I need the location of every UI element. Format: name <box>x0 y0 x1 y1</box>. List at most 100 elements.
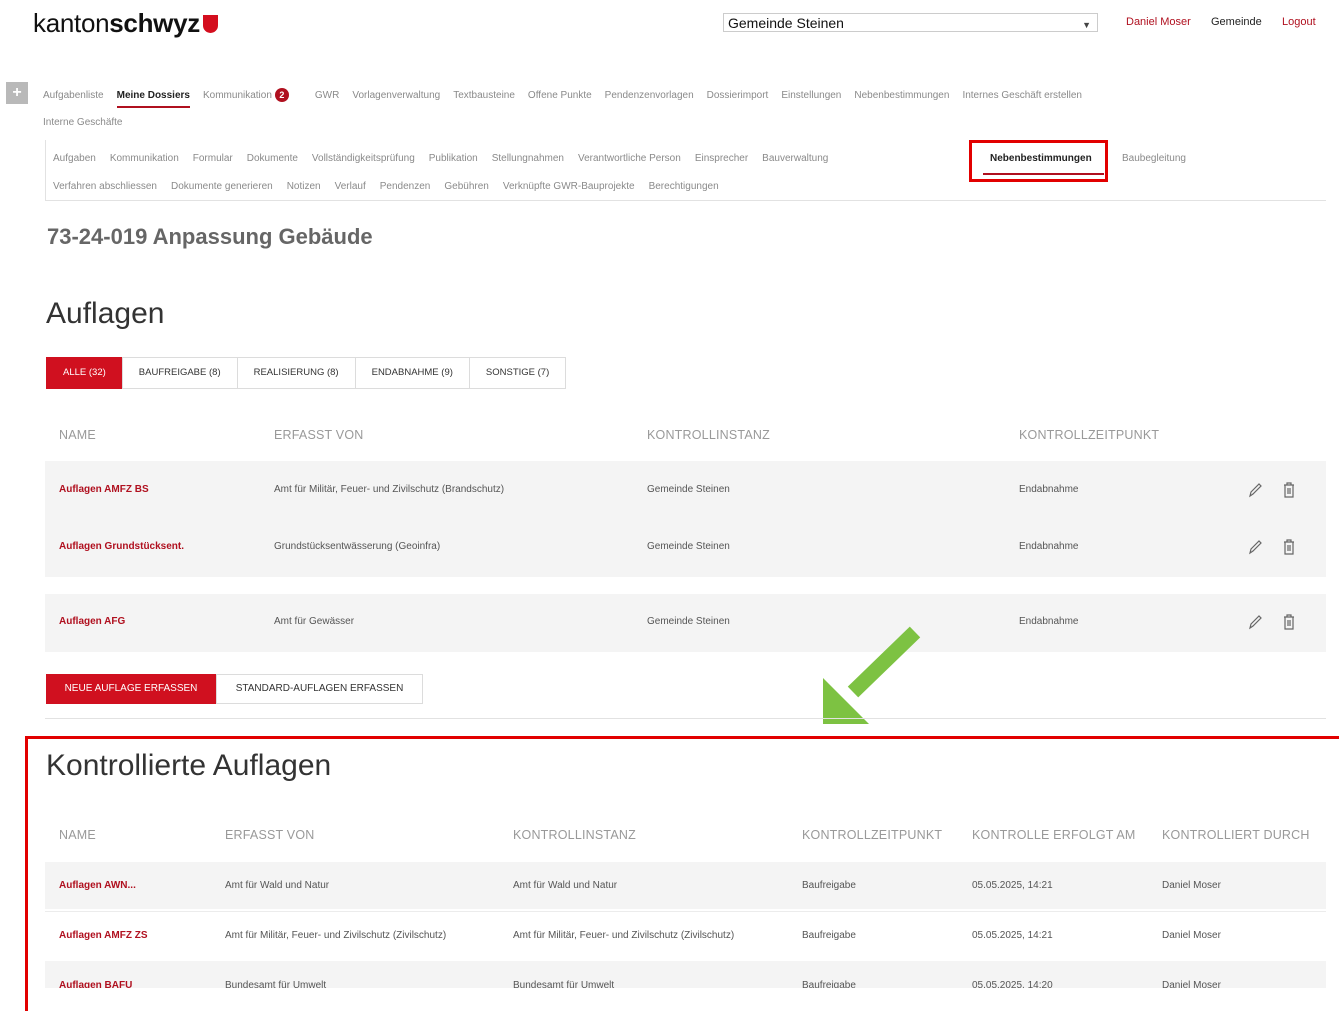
nav-kommunikation-label: Kommunikation <box>202 90 272 101</box>
nav-interne-geschaefte[interactable]: Interne Geschäfte <box>43 117 123 128</box>
table-row: Auflagen AWN... Amt für Wald und Natur A… <box>45 862 1326 909</box>
col-header-kontrolliert-durch[interactable]: KONTROLLIERT DURCH <box>1162 828 1310 842</box>
auflagen-heading: Auflagen <box>46 297 165 330</box>
row-kontrollzeitpunkt: Baufreigabe <box>802 980 856 988</box>
pencil-icon[interactable] <box>1248 481 1262 499</box>
trash-icon[interactable] <box>1282 481 1296 499</box>
tab-verfahren-abschliessen[interactable]: Verfahren abschliessen <box>53 181 157 192</box>
logo-text-bold: schwyz <box>109 8 200 38</box>
col-header-kontrolle-erfolgt-am[interactable]: KONTROLLE ERFOLGT AM <box>972 828 1136 842</box>
nav-aufgabenliste[interactable]: Aufgabenliste <box>43 90 104 101</box>
nav-kommunikation[interactable]: Kommunikation 2 <box>202 88 302 102</box>
dossier-title: 73-24-019 Anpassung Gebäude <box>47 224 373 249</box>
row-kontrolle-erfolgt-am: 05.05.2025, 14:20 <box>972 980 1053 988</box>
row-kontrolle-erfolgt-am: 05.05.2025, 14:21 <box>972 880 1053 891</box>
tab-baubegleitung[interactable]: Baubegleitung <box>1122 153 1186 164</box>
row-erfasst-von: Bundesamt für Umwelt <box>225 980 327 988</box>
tab-verantwortliche-person[interactable]: Verantwortliche Person <box>578 153 681 164</box>
table-row: Auflagen AMFZ BS Amt für Militär, Feuer-… <box>45 461 1326 519</box>
row-kontrollzeitpunkt: Endabnahme <box>1019 616 1079 627</box>
nav-offene-punkte[interactable]: Offene Punkte <box>528 90 592 101</box>
nav-vorlagenverwaltung[interactable]: Vorlagenverwaltung <box>352 90 440 101</box>
row-kontrollinstanz: Gemeinde Steinen <box>647 541 730 552</box>
col-header-erfasst-von[interactable]: ERFASST VON <box>274 428 364 442</box>
row-kontrollzeitpunkt: Endabnahme <box>1019 541 1079 552</box>
tab-verlauf[interactable]: Verlauf <box>335 181 366 192</box>
nav-internes-geschaeft-erstellen[interactable]: Internes Geschäft erstellen <box>962 90 1082 101</box>
highlight-box-top <box>25 736 1339 739</box>
row-name-link[interactable]: Auflagen AWN... <box>59 880 136 891</box>
row-name-link[interactable]: Auflagen BAFU <box>59 980 132 988</box>
tab-formular[interactable]: Formular <box>193 153 233 164</box>
row-kontrolle-erfolgt-am: 05.05.2025, 14:21 <box>972 930 1053 941</box>
row-name-link[interactable]: Auflagen AFG <box>59 616 125 627</box>
row-kontrollinstanz: Bundesamt für Umwelt <box>513 980 615 988</box>
shield-icon <box>202 15 218 33</box>
trash-icon[interactable] <box>1282 613 1296 631</box>
tab-gebuehren[interactable]: Gebühren <box>444 181 488 192</box>
highlight-box-nebenbestimmungen <box>969 140 1108 182</box>
row-erfasst-von: Amt für Wald und Natur <box>225 880 330 891</box>
nav-einstellungen[interactable]: Einstellungen <box>781 90 841 101</box>
kanton-schwyz-logo[interactable]: kantonschwyz <box>33 8 218 39</box>
nav-textbausteine[interactable]: Textbausteine <box>453 90 515 101</box>
row-name-link[interactable]: Auflagen AMFZ BS <box>59 484 149 495</box>
user-link[interactable]: Daniel Moser <box>1126 16 1191 28</box>
row-name-link[interactable]: Auflagen Grundstücksent. <box>59 541 184 552</box>
row-kontrolliert-durch: Daniel Moser <box>1162 880 1221 891</box>
filter-tab-sonstige[interactable]: SONSTIGE (7) <box>468 357 567 389</box>
gemeinde-select[interactable]: Gemeinde Steinen ▼ <box>723 13 1098 32</box>
standard-auflagen-button[interactable]: STANDARD-AUFLAGEN ERFASSEN <box>216 674 423 704</box>
nav-gwr[interactable]: GWR <box>315 90 339 101</box>
tab-vollstaendigkeitspruefung[interactable]: Vollständigkeitsprüfung <box>312 153 415 164</box>
content-left-border <box>45 140 46 200</box>
row-kontrollinstanz: Gemeinde Steinen <box>647 484 730 495</box>
col-header-erfasst-von[interactable]: ERFASST VON <box>225 828 315 842</box>
col-header-kontrollzeitpunkt[interactable]: KONTROLLZEITPUNKT <box>1019 428 1159 442</box>
tab-dokumente-generieren[interactable]: Dokumente generieren <box>171 181 273 192</box>
tab-einsprecher[interactable]: Einsprecher <box>695 153 748 164</box>
trash-icon[interactable] <box>1282 538 1296 556</box>
tab-publikation[interactable]: Publikation <box>429 153 478 164</box>
green-arrow-annotation <box>823 626 921 724</box>
col-header-kontrollinstanz[interactable]: KONTROLLINSTANZ <box>513 828 636 842</box>
col-header-kontrollinstanz[interactable]: KONTROLLINSTANZ <box>647 428 770 442</box>
kontrollierte-auflagen-heading: Kontrollierte Auflagen <box>46 749 332 782</box>
col-header-name[interactable]: NAME <box>59 428 96 442</box>
neue-auflage-button[interactable]: NEUE AUFLAGE ERFASSEN <box>46 674 216 704</box>
logout-link[interactable]: Logout <box>1282 16 1316 28</box>
row-kontrollzeitpunkt: Endabnahme <box>1019 484 1079 495</box>
row-name-link[interactable]: Auflagen AMFZ ZS <box>59 930 148 941</box>
nav-nebenbestimmungen[interactable]: Nebenbestimmungen <box>854 90 949 101</box>
sub-nav-row-2: Verfahren abschliessen Dokumente generier… <box>53 181 733 192</box>
tab-notizen[interactable]: Notizen <box>287 181 321 192</box>
tab-pendenzen[interactable]: Pendenzen <box>380 181 431 192</box>
gemeinde-select-value: Gemeinde Steinen <box>728 15 844 31</box>
pencil-icon[interactable] <box>1248 538 1262 556</box>
row-kontrolliert-durch: Daniel Moser <box>1162 980 1221 988</box>
nav-dossierimport[interactable]: Dossierimport <box>707 90 769 101</box>
plus-icon[interactable]: + <box>6 82 28 104</box>
filter-tab-realisierung[interactable]: REALISIERUNG (8) <box>236 357 356 389</box>
table-row: Auflagen AFG Amt für Gewässer Gemeinde S… <box>45 594 1326 652</box>
tab-berechtigungen[interactable]: Berechtigungen <box>649 181 719 192</box>
nav-meine-dossiers[interactable]: Meine Dossiers <box>116 90 190 108</box>
table-row: Auflagen AMFZ ZS Amt für Militär, Feuer-… <box>45 912 1326 960</box>
tab-stellungnahmen[interactable]: Stellungnahmen <box>492 153 564 164</box>
row-kontrollinstanz: Amt für Wald und Natur <box>513 880 618 891</box>
chevron-down-icon: ▼ <box>1082 20 1091 30</box>
tab-dokumente[interactable]: Dokumente <box>247 153 298 164</box>
nav-pendenzenvorlagen[interactable]: Pendenzenvorlagen <box>605 90 694 101</box>
role-link[interactable]: Gemeinde <box>1211 16 1262 28</box>
tab-verknuepfte-gwr-bauprojekte[interactable]: Verknüpfte GWR-Bauprojekte <box>503 181 635 192</box>
col-header-name[interactable]: NAME <box>59 828 96 842</box>
filter-tab-endabnahme[interactable]: ENDABNAHME (9) <box>354 357 470 389</box>
tab-kommunikation[interactable]: Kommunikation <box>110 153 179 164</box>
col-header-kontrollzeitpunkt[interactable]: KONTROLLZEITPUNKT <box>802 828 942 842</box>
section-divider <box>45 718 1326 719</box>
tab-aufgaben[interactable]: Aufgaben <box>53 153 96 164</box>
pencil-icon[interactable] <box>1248 613 1262 631</box>
filter-tab-baufreigabe[interactable]: BAUFREIGABE (8) <box>121 357 238 389</box>
tab-bauverwaltung[interactable]: Bauverwaltung <box>762 153 828 164</box>
filter-tab-alle[interactable]: ALLE (32) <box>46 357 123 389</box>
